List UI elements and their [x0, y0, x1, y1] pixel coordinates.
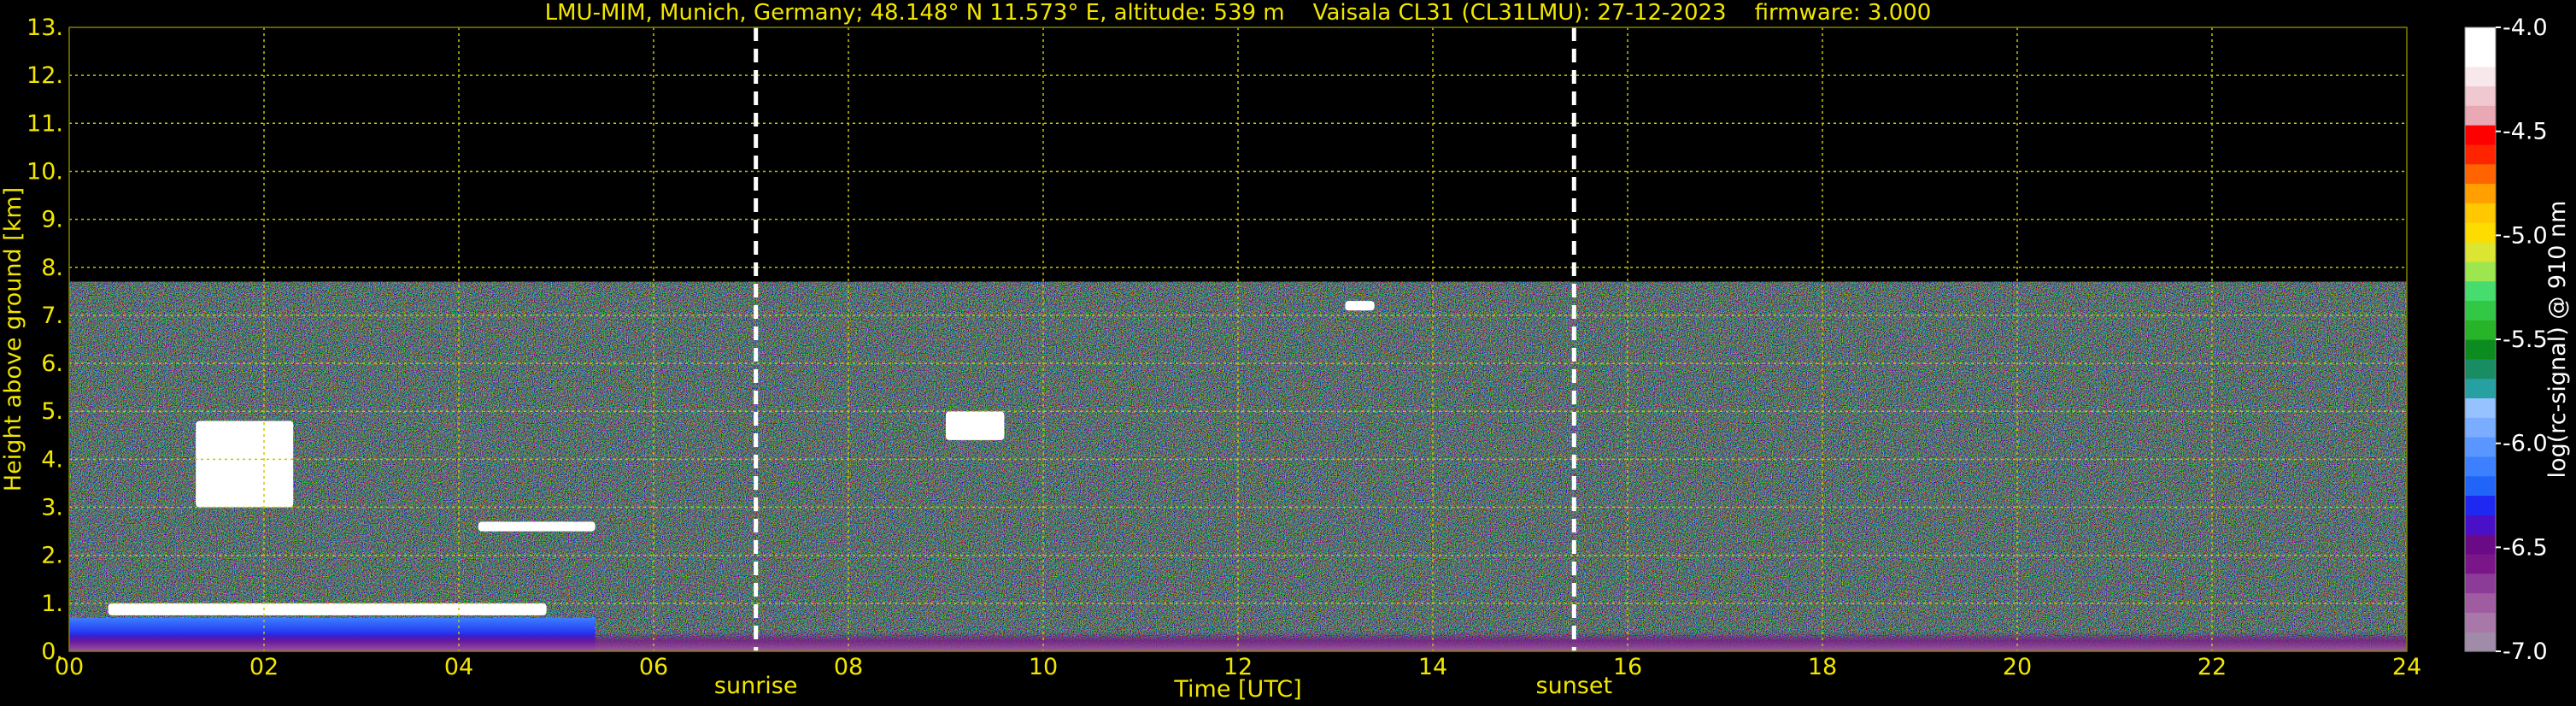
y-tick-label: 6. — [41, 350, 63, 377]
colorbar-swatch — [2465, 573, 2496, 594]
colorbar-label: log(rc-signal) @ 910 nm — [2544, 201, 2571, 479]
y-tick-label: 9. — [41, 207, 63, 233]
y-tick-label: 12. — [26, 62, 63, 89]
y-tick-label: 4. — [41, 446, 63, 473]
colorbar-swatch — [2465, 495, 2496, 515]
y-tick-label: 3. — [41, 495, 63, 521]
colorbar-swatch — [2465, 203, 2496, 223]
colorbar-tick-label: -6.0 — [2503, 431, 2548, 457]
y-tick-label: 8. — [41, 255, 63, 281]
y-tick-label: 2. — [41, 543, 63, 569]
x-axis-label: Time [UTC] — [1173, 676, 1301, 703]
chart-title: LMU-MIM, Munich, Germany; 48.148° N 11.5… — [545, 0, 1932, 26]
colorbar-swatch — [2465, 183, 2496, 203]
colorbar-swatch — [2465, 163, 2496, 185]
colorbar-swatch — [2465, 85, 2496, 106]
colorbar-swatch — [2465, 358, 2496, 379]
y-tick-label: 10. — [26, 158, 63, 185]
colorbar-swatch — [2465, 475, 2496, 497]
y-axis-label: Height above ground [km] — [0, 187, 26, 491]
sunset-label: sunset — [1536, 673, 1613, 699]
colorbar-swatch — [2465, 632, 2496, 652]
colorbar-swatch — [2465, 27, 2496, 48]
feature-cloud-5 — [946, 411, 1005, 440]
colorbar-swatch — [2465, 66, 2496, 87]
x-tick-label: 24 — [2392, 654, 2421, 680]
colorbar-swatch — [2465, 378, 2496, 399]
colorbar-tick-label: -6.5 — [2503, 534, 2548, 561]
x-tick-label: 08 — [834, 654, 863, 680]
feature-low-1 — [108, 603, 547, 615]
feature-cloud-6 — [1345, 301, 1375, 311]
colorbar-tick-label: -5.0 — [2503, 222, 2548, 249]
y-tick-label: 11. — [26, 110, 63, 137]
x-tick-label: 02 — [249, 654, 279, 680]
colorbar-swatch — [2465, 592, 2496, 613]
colorbar-swatch — [2465, 222, 2496, 243]
colorbar-swatch — [2465, 46, 2496, 68]
colorbar-swatch — [2465, 534, 2496, 555]
colorbar-swatch — [2465, 437, 2496, 457]
lidar-backscatter-chart: sunrise sunset 0.1.2.3.4.5.6.7.8.9.10.11.… — [0, 0, 2571, 703]
y-tick-label: 1. — [41, 591, 63, 617]
sunrise-label: sunrise — [714, 673, 798, 699]
x-tick-label: 04 — [444, 654, 473, 680]
feature-cloud-3 — [196, 421, 294, 508]
x-tick-label: 14 — [1418, 654, 1447, 680]
colorbar: -4.0 -4.5 -5.0 -5.5 -6.0 -6.5 -7.0 — [2464, 15, 2548, 665]
colorbar-swatch — [2465, 553, 2496, 574]
colorbar-swatch — [2465, 320, 2496, 340]
x-tick-label: 06 — [639, 654, 668, 680]
feature-thin-4 — [478, 521, 596, 532]
x-tick-label: 20 — [2003, 654, 2032, 680]
colorbar-swatch — [2465, 300, 2496, 321]
x-tick-label: 10 — [1029, 654, 1058, 680]
y-tick-label: 13. — [26, 15, 63, 41]
colorbar-swatch — [2465, 339, 2496, 360]
colorbar-swatch — [2465, 397, 2496, 418]
colorbar-swatch — [2465, 261, 2496, 282]
colorbar-swatch — [2465, 241, 2496, 262]
x-tick-label: 16 — [1613, 654, 1642, 680]
x-tick-label: 22 — [2198, 654, 2227, 680]
colorbar-swatch — [2465, 105, 2496, 126]
colorbar-swatch — [2465, 280, 2496, 301]
colorbar-swatch — [2465, 417, 2496, 438]
colorbar-tick-label: -5.5 — [2503, 327, 2548, 353]
y-tick-label: 5. — [41, 398, 63, 425]
colorbar-swatch — [2465, 456, 2496, 477]
y-tick-label: 7. — [41, 303, 63, 329]
feature-near-surface-2 — [69, 632, 2407, 651]
colorbar-swatch — [2465, 515, 2496, 535]
x-tick-label: 00 — [55, 654, 84, 680]
x-tick-label: 18 — [1808, 654, 1837, 680]
colorbar-tick-label: -7.0 — [2503, 638, 2548, 665]
colorbar-swatch — [2465, 125, 2496, 145]
colorbar-swatch — [2465, 144, 2496, 165]
colorbar-tick-label: -4.5 — [2503, 119, 2548, 145]
colorbar-swatch — [2465, 612, 2496, 632]
colorbar-tick-label: -4.0 — [2503, 15, 2548, 41]
